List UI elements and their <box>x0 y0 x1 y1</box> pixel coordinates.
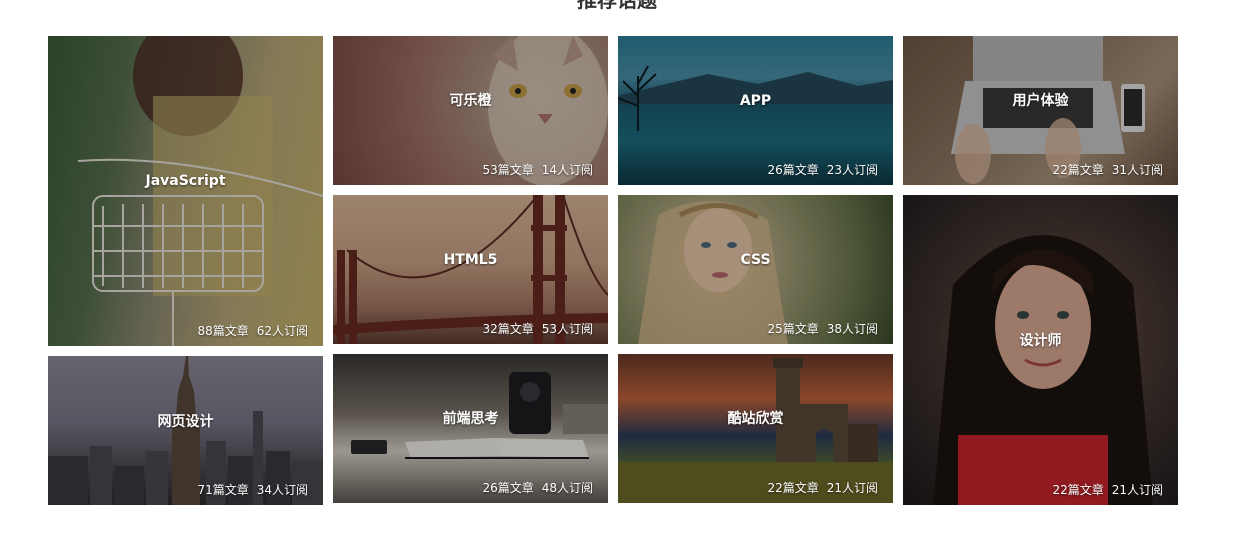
article-count: 32篇文章 <box>482 322 534 336</box>
topic-tile-cool-sites[interactable]: 酷站欣赏 22篇文章 21人订阅 <box>618 354 893 503</box>
topic-stats: 22篇文章 21人订阅 <box>1052 482 1163 498</box>
topic-name: HTML5 <box>443 252 498 268</box>
topic-name: 酷站欣赏 <box>727 411 784 427</box>
topic-tile-kelecheng[interactable]: 可乐橙 53篇文章 14人订阅 <box>333 36 608 185</box>
topic-stats: 26篇文章 48人订阅 <box>482 480 593 496</box>
topic-stats: 53篇文章 14人订阅 <box>482 162 593 178</box>
article-count: 71篇文章 <box>197 483 249 497</box>
topic-name: 用户体验 <box>1012 93 1069 109</box>
topic-tile-frontend-thinking[interactable]: 前端思考 26篇文章 48人订阅 <box>333 354 608 503</box>
topic-tile-user-experience[interactable]: 用户体验 22篇文章 31人订阅 <box>903 36 1178 185</box>
subscriber-count: 34人订阅 <box>256 483 308 497</box>
topic-stats: 32篇文章 53人订阅 <box>482 321 593 337</box>
topic-name: CSS <box>740 252 771 268</box>
topic-name: JavaScript <box>145 173 226 189</box>
section-title: 推荐话题 <box>577 0 657 12</box>
topic-name: 网页设计 <box>157 414 214 430</box>
article-count: 26篇文章 <box>767 163 819 177</box>
subscriber-count: 23人订阅 <box>826 163 878 177</box>
topic-stats: 88篇文章 62人订阅 <box>197 323 308 339</box>
topic-name: 可乐橙 <box>449 93 492 109</box>
subscriber-count: 53人订阅 <box>541 322 593 336</box>
topic-tile-javascript[interactable]: JavaScript 88篇文章 62人订阅 <box>48 36 323 346</box>
topic-name: APP <box>739 93 772 109</box>
topic-stats: 26篇文章 23人订阅 <box>767 162 878 178</box>
topic-tile-app[interactable]: APP 26篇文章 23人订阅 <box>618 36 893 185</box>
topic-tile-web-design[interactable]: 网页设计 71篇文章 34人订阅 <box>48 356 323 505</box>
article-count: 25篇文章 <box>767 322 819 336</box>
subscriber-count: 21人订阅 <box>1111 483 1163 497</box>
topic-stats: 22篇文章 21人订阅 <box>767 480 878 496</box>
article-count: 53篇文章 <box>482 163 534 177</box>
topic-stats: 22篇文章 31人订阅 <box>1052 162 1163 178</box>
subscriber-count: 62人订阅 <box>256 324 308 338</box>
subscriber-count: 31人订阅 <box>1111 163 1163 177</box>
article-count: 22篇文章 <box>767 481 819 495</box>
article-count: 22篇文章 <box>1052 163 1104 177</box>
subscriber-count: 38人订阅 <box>826 322 878 336</box>
article-count: 26篇文章 <box>482 481 534 495</box>
article-count: 88篇文章 <box>197 324 249 338</box>
topic-name: 前端思考 <box>442 411 499 427</box>
article-count: 22篇文章 <box>1052 483 1104 497</box>
topic-stats: 25篇文章 38人订阅 <box>767 321 878 337</box>
topic-name: 设计师 <box>1019 333 1062 349</box>
topic-tile-css[interactable]: CSS 25篇文章 38人订阅 <box>618 195 893 344</box>
subscriber-count: 48人订阅 <box>541 481 593 495</box>
topic-tile-designer[interactable]: 设计师 22篇文章 21人订阅 <box>903 195 1178 505</box>
topic-tile-html5[interactable]: HTML5 32篇文章 53人订阅 <box>333 195 608 344</box>
subscriber-count: 14人订阅 <box>541 163 593 177</box>
topic-stats: 71篇文章 34人订阅 <box>197 482 308 498</box>
subscriber-count: 21人订阅 <box>826 481 878 495</box>
